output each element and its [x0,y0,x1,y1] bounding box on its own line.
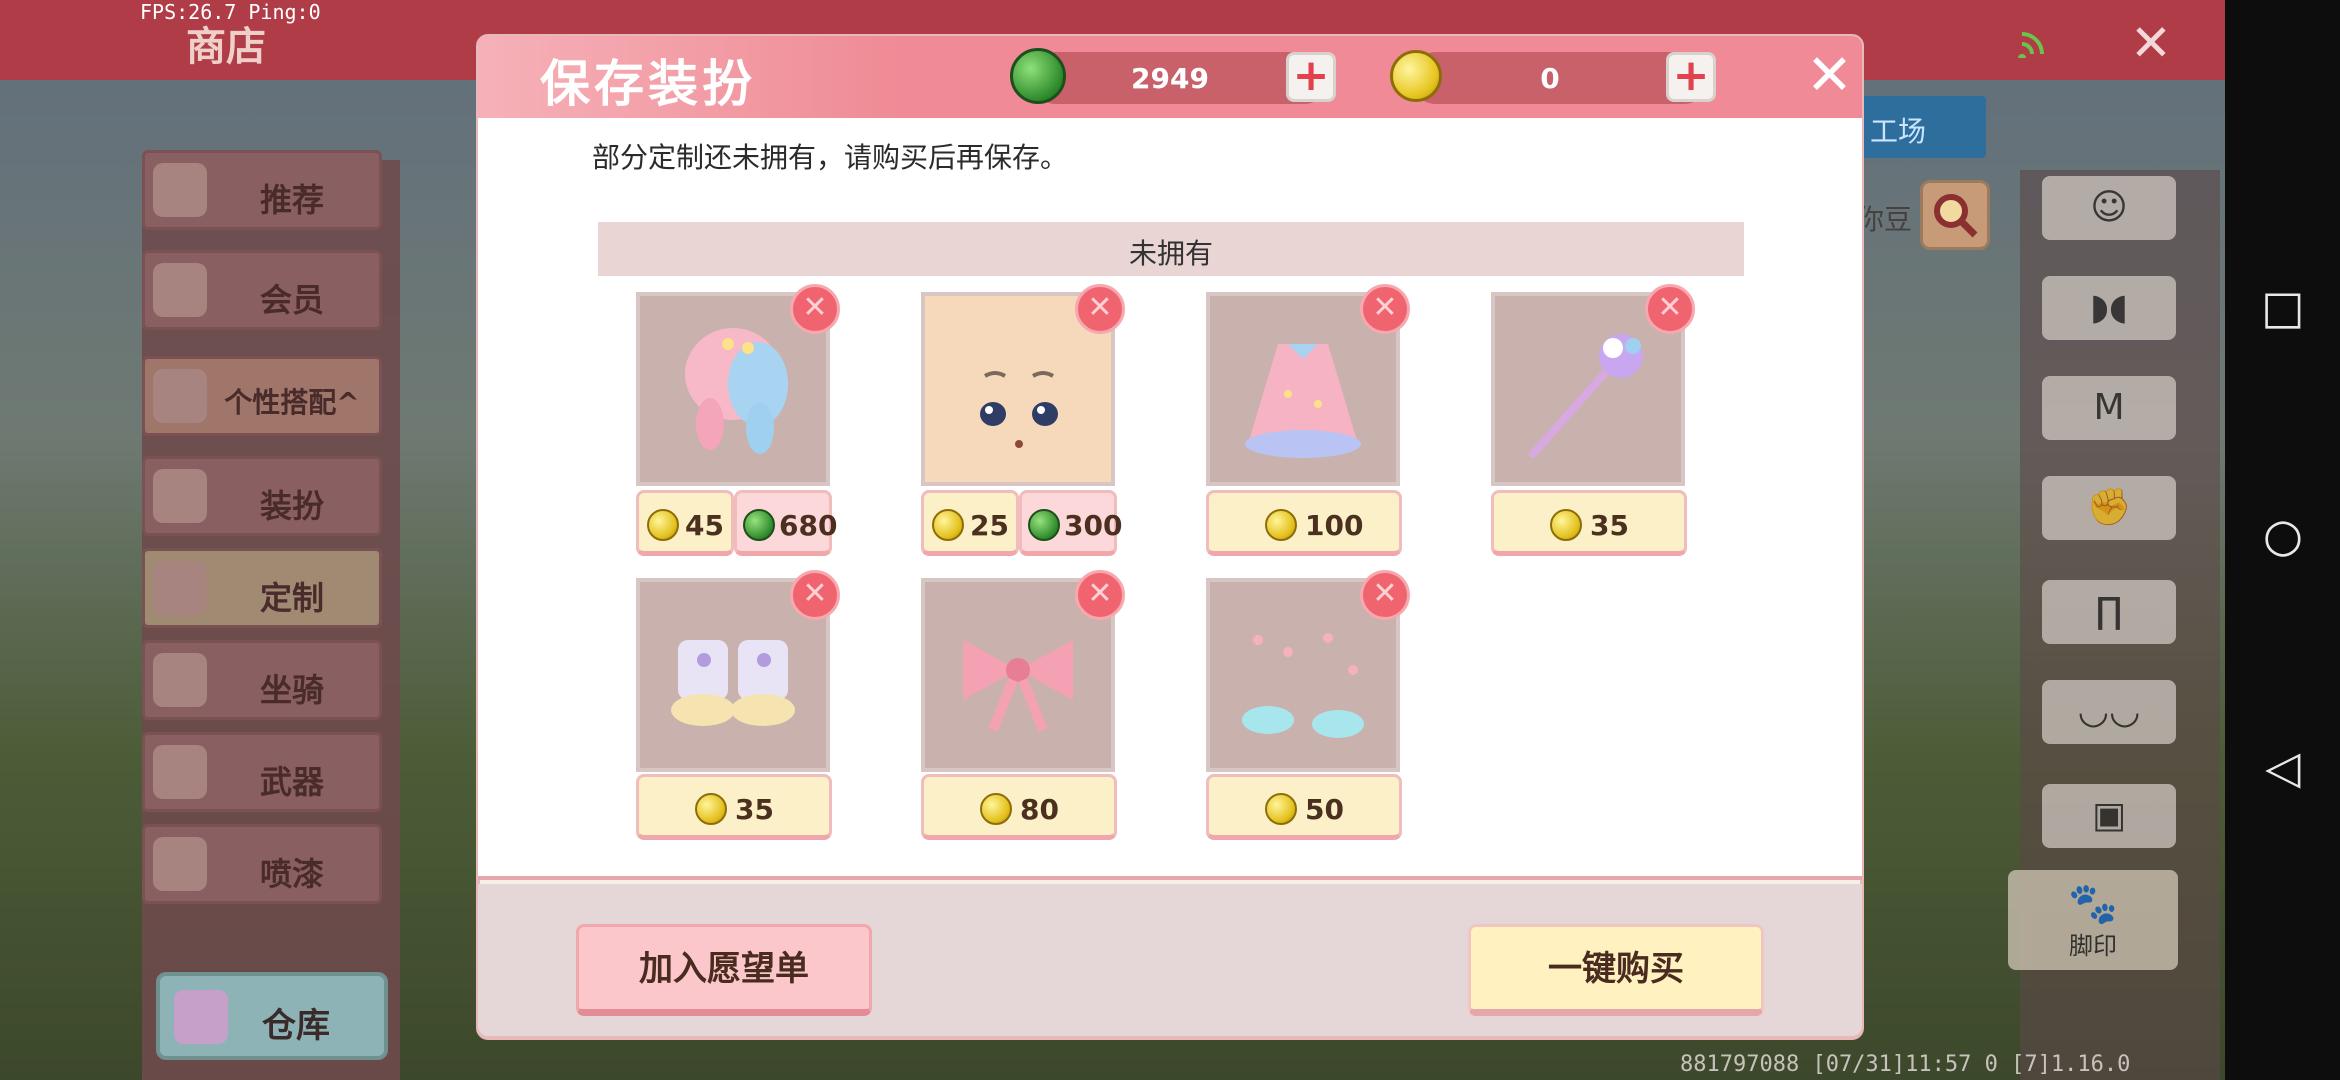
search-button[interactable] [1920,180,1990,250]
shop-close-icon[interactable]: ✕ [2130,14,2172,72]
coin-icon [932,509,964,541]
coin-icon [1265,793,1297,825]
remove-item-icon[interactable]: ✕ [1645,284,1695,334]
sidebar-item-outfit-combo[interactable]: 个性搭配^ [142,356,382,436]
coin-price-button[interactable]: 35 [1491,490,1687,556]
gem-price-button[interactable]: 680 [734,490,837,556]
coin-icon [980,793,1012,825]
shoes-icon[interactable]: ◡◡ [2042,680,2176,744]
remove-item-icon[interactable]: ✕ [1360,570,1410,620]
dialog-title: 保存装扮 [540,55,756,113]
warehouse-button[interactable]: 仓库 [156,972,388,1060]
shirt-icon[interactable]: M [2042,376,2176,440]
coin-icon [1390,50,1442,102]
sidebar-item-weapon[interactable]: 武器 [142,732,382,812]
shop-title: 商店 [186,24,266,70]
coin-price-button[interactable]: 100 [1206,490,1402,556]
tab-workshop[interactable]: 工场 [1860,96,1986,158]
gem-icon [1010,48,1066,104]
sidebar-item-outfit[interactable]: 装扮 [142,456,382,536]
coin-price-button[interactable]: 25 [921,490,1019,556]
currency-hint: 你豆 [1856,203,1913,236]
gem-count: 2949 [1131,62,1209,95]
coin-count: 0 [1540,62,1560,95]
remove-item-icon[interactable]: ✕ [1075,570,1125,620]
mask-icon[interactable]: ◗◖ [2042,276,2176,340]
remove-item-icon[interactable]: ✕ [790,570,840,620]
remove-item-icon[interactable]: ✕ [790,284,840,334]
buy-all-button[interactable]: 一键购买 [1468,924,1764,1016]
coin-icon [695,793,727,825]
version-info: 881797088 [07/31]11:57 0 [7]1.16.0 [1680,1052,2131,1077]
sidebar-item-customize[interactable]: 定制 [142,548,382,628]
search-icon [1934,194,1978,238]
remove-item-icon[interactable]: ✕ [1360,284,1410,334]
coin-icon [1550,509,1582,541]
pants-icon[interactable]: ∏ [2042,580,2176,644]
add-coins-button[interactable]: + [1666,52,1716,102]
coin-price-button[interactable]: 35 [636,774,832,840]
backpack-icon[interactable]: ▣ [2042,784,2176,848]
coin-price-button[interactable]: 45 [636,490,734,556]
section-header: 未拥有 [598,222,1744,276]
sidebar-item-spray[interactable]: 喷漆 [142,824,382,904]
recents-icon[interactable]: □ [2258,280,2308,334]
face-icon[interactable]: ☺ [2042,176,2176,240]
coin-icon [1265,509,1297,541]
glove-icon[interactable]: ✊ [2042,476,2176,540]
paw-icon: 🐾 [2068,881,2118,927]
dialog-message: 部分定制还未拥有，请购买后再保存。 [592,141,1069,174]
sidebar-item-recommend[interactable]: 推荐 [142,150,382,230]
gem-price-button[interactable]: 300 [1019,490,1122,556]
gem-icon [1028,509,1060,541]
remove-item-icon[interactable]: ✕ [1075,284,1125,334]
sidebar-item-vip[interactable]: 会员 [142,250,382,330]
home-icon[interactable]: ○ [2258,508,2308,562]
coin-price-button[interactable]: 50 [1206,774,1402,840]
add-to-wishlist-button[interactable]: 加入愿望单 [576,924,872,1016]
coin-price-button[interactable]: 80 [921,774,1117,840]
add-gems-button[interactable]: + [1286,52,1336,102]
dialog-close-icon[interactable]: ✕ [1806,46,1853,106]
gem-icon [743,509,775,541]
wifi-icon [2018,28,2054,62]
coin-icon [647,509,679,541]
sidebar-item-mount[interactable]: 坐骑 [142,640,382,720]
footprint-category[interactable]: 🐾 脚印 [2008,870,2178,970]
warehouse-icon [174,990,228,1044]
back-icon[interactable]: ◁ [2258,740,2308,794]
